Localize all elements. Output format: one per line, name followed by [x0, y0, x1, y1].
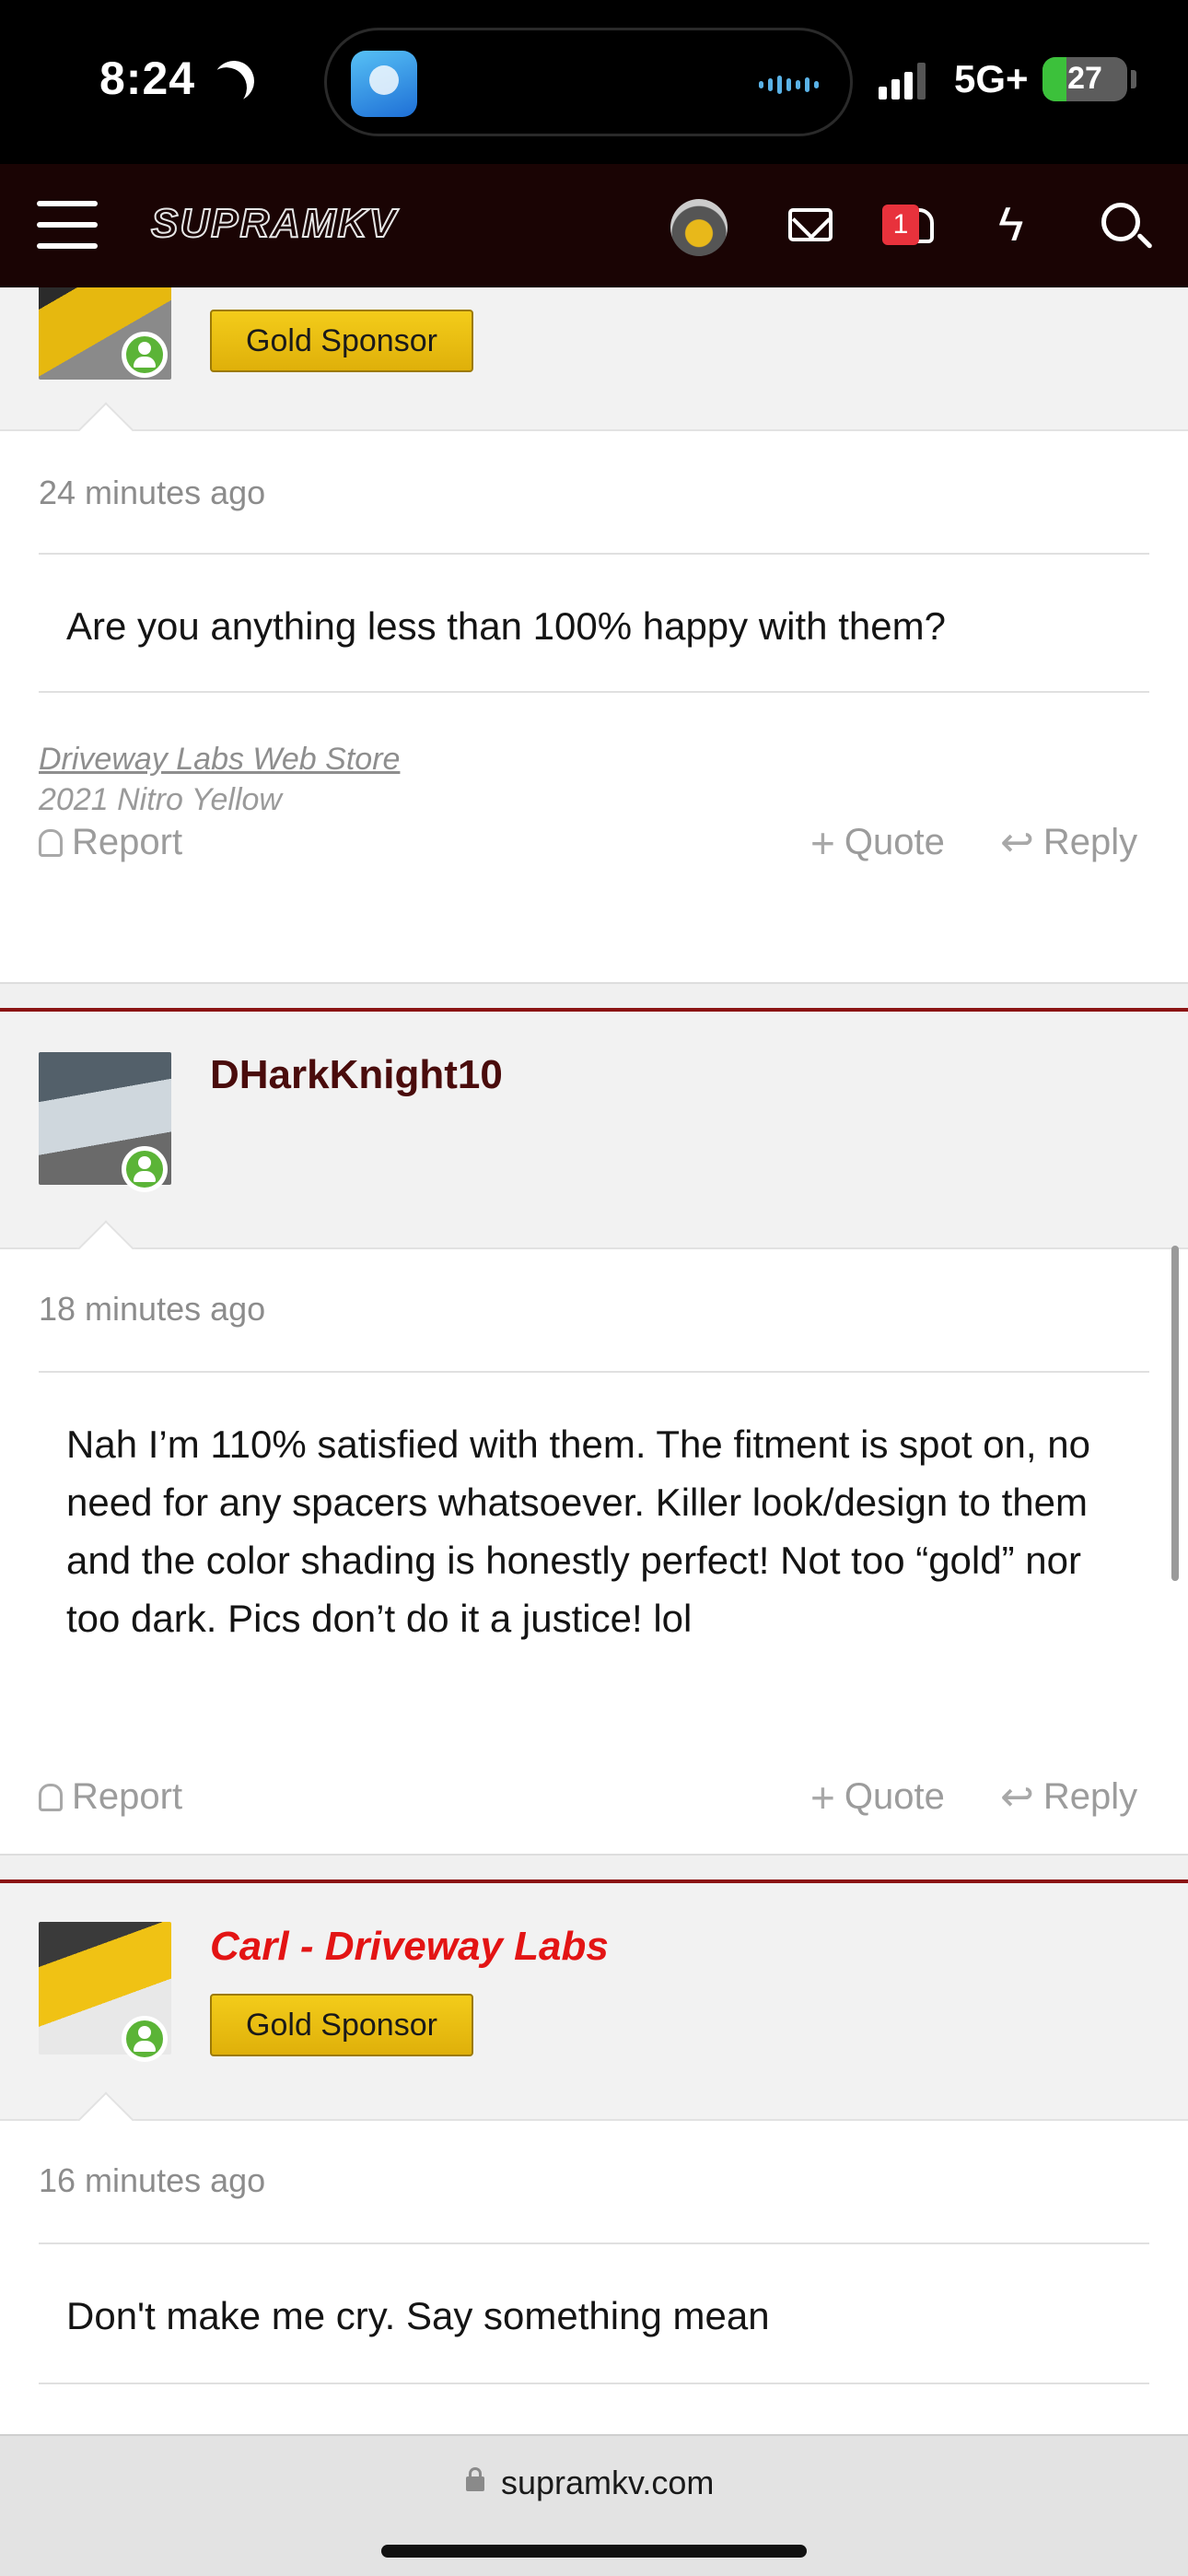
dynamic-island[interactable]: [324, 28, 853, 136]
moon-icon: [208, 55, 260, 107]
post-body: 16 minutes ago Don't make me cry. Say so…: [0, 2121, 1188, 2434]
report-button[interactable]: Report: [39, 1776, 182, 1818]
bell-icon: [39, 1783, 63, 1811]
search-icon[interactable]: [1101, 203, 1140, 241]
signature: Driveway Labs Web Store 2021 Nitro Yello…: [39, 739, 400, 820]
plus-icon: +: [810, 818, 835, 867]
post-message: Nah I’m 110% satisfied with them. The fi…: [66, 1423, 1090, 1640]
quote-button[interactable]: + Quote: [810, 1773, 945, 1821]
reply-button[interactable]: ↩ Reply: [1000, 822, 1137, 863]
site-logo[interactable]: SUPRAMKV: [150, 200, 398, 247]
post-body: 18 minutes ago Nah I’m 110% satisfied wi…: [0, 1249, 1188, 1861]
post: DHarkKnight10 18 minutes ago Nah I’m 110…: [0, 1008, 1188, 1861]
report-button[interactable]: Report: [39, 822, 182, 863]
signature-line: 2021 Nitro Yellow: [39, 782, 282, 817]
online-status-icon: [122, 2016, 168, 2062]
gold-sponsor-badge: Gold Sponsor: [210, 310, 473, 372]
lock-icon: [466, 2467, 484, 2491]
username[interactable]: Carl - Driveway Labs: [210, 1924, 609, 1970]
online-status-icon: [122, 332, 168, 378]
lightning-icon[interactable]: ϟ: [998, 201, 1024, 249]
post-message: Don't make me cry. Say something mean: [66, 2294, 770, 2337]
site-header: SUPRAMKV 1 ϟ: [0, 164, 1188, 287]
reply-icon: ↩: [1000, 1774, 1034, 1820]
battery-level: 27: [1067, 61, 1102, 96]
reply-button[interactable]: ↩ Reply: [1000, 1776, 1137, 1818]
alerts-button[interactable]: 1: [882, 205, 936, 249]
app-icon: [351, 51, 417, 117]
signature-link[interactable]: Driveway Labs Web Store: [39, 742, 400, 777]
thread-content: Gold Sponsor 24 minutes ago Are you anyt…: [0, 287, 1188, 2434]
bell-icon: [39, 828, 63, 857]
network-type: 5G+: [954, 57, 1029, 100]
post-timestamp[interactable]: 16 minutes ago: [39, 2161, 265, 2200]
post-timestamp[interactable]: 24 minutes ago: [39, 474, 265, 512]
url-bar[interactable]: supramkv.com: [501, 2464, 714, 2502]
post-body: 24 minutes ago Are you anything less tha…: [0, 431, 1188, 982]
browser-bottom-bar: supramkv.com: [0, 2434, 1188, 2576]
quote-button[interactable]: + Quote: [810, 818, 945, 867]
scrollbar[interactable]: [1171, 1246, 1179, 1581]
username[interactable]: DHarkKnight10: [210, 1052, 503, 1098]
post: Gold Sponsor 24 minutes ago Are you anyt…: [0, 287, 1188, 982]
reply-icon: ↩: [1000, 819, 1034, 865]
menu-icon[interactable]: [37, 201, 98, 249]
post-header: DHarkKnight10: [0, 1008, 1188, 1249]
mail-icon[interactable]: [788, 208, 833, 241]
status-time: 8:24: [99, 53, 196, 104]
post-timestamp[interactable]: 18 minutes ago: [39, 1290, 265, 1329]
battery-icon: 27: [1042, 57, 1127, 101]
post-header: Carl - Driveway Labs Gold Sponsor: [0, 1879, 1188, 2121]
post-header: Gold Sponsor: [0, 287, 1188, 431]
post-message: Are you anything less than 100% happy wi…: [66, 604, 946, 648]
user-avatar[interactable]: [670, 199, 728, 256]
home-indicator[interactable]: [381, 2545, 807, 2558]
signal-icon: [879, 61, 926, 100]
status-bar: 8:24 5G+ 27: [0, 0, 1188, 164]
post: Carl - Driveway Labs Gold Sponsor 16 min…: [0, 1879, 1188, 2434]
alert-count-badge: 1: [882, 205, 919, 245]
plus-icon: +: [810, 1773, 835, 1821]
online-status-icon: [122, 1146, 168, 1192]
gold-sponsor-badge: Gold Sponsor: [210, 1994, 473, 2056]
audio-wave-icon: [759, 75, 819, 95]
